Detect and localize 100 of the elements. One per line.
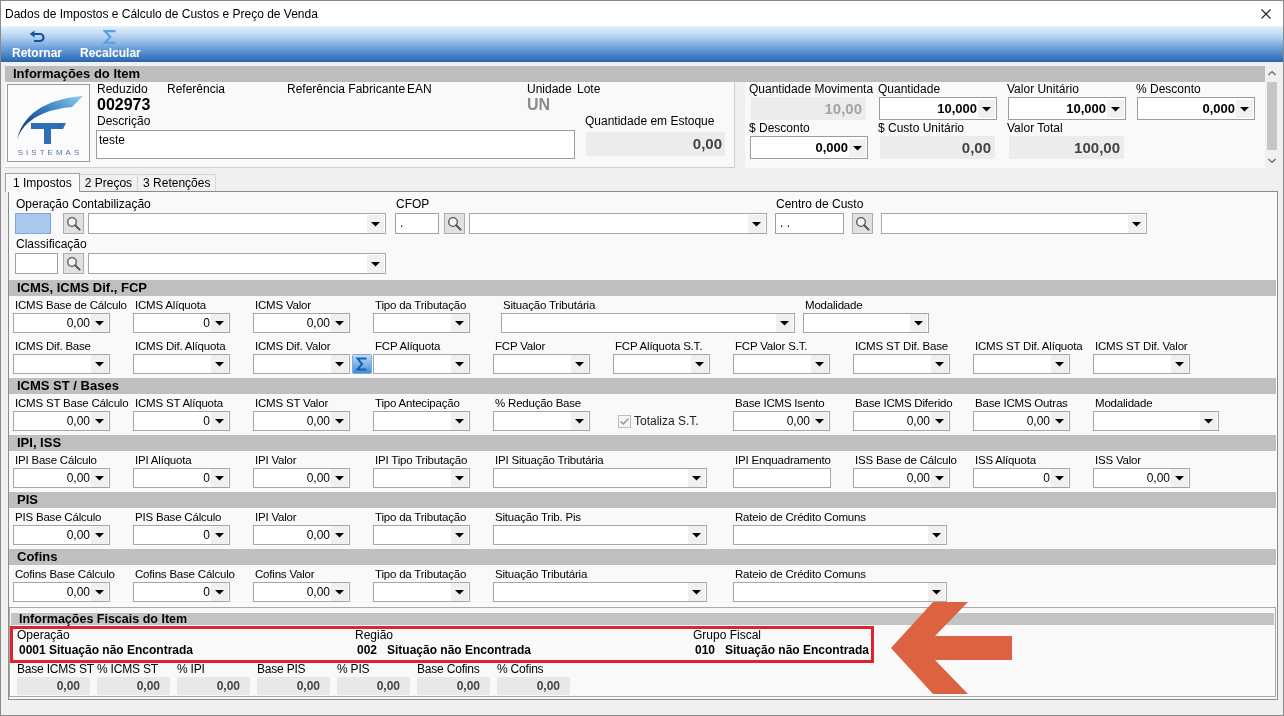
code-field[interactable]	[15, 213, 51, 234]
search-button[interactable]	[852, 213, 873, 234]
dropdown-field[interactable]	[493, 354, 590, 374]
caret-icon	[91, 469, 108, 487]
code-field[interactable]: .	[395, 213, 439, 234]
dropdown-field[interactable]: 0	[133, 582, 230, 602]
dropdown-field[interactable]	[733, 525, 947, 545]
field-label: Rateio de Crédito Comuns	[734, 567, 866, 582]
dropdown-field[interactable]	[373, 354, 470, 374]
caret-icon	[91, 355, 108, 373]
dropdown-field[interactable]	[373, 468, 470, 488]
caret-icon	[571, 412, 588, 430]
dropdown-field[interactable]	[803, 313, 929, 333]
field-label: ICMS ST Dif. Alíquota	[974, 339, 1083, 354]
field-label: % ICMS ST	[97, 662, 159, 676]
dropdown-field[interactable]: 0	[133, 313, 230, 333]
field-label: Tipo da Tributação	[374, 510, 467, 525]
dropdown-field[interactable]	[493, 411, 590, 431]
dropdown-field[interactable]: 10,000	[879, 97, 997, 120]
dropdown-field[interactable]: 0	[973, 468, 1070, 488]
dropdown-field[interactable]	[501, 313, 795, 333]
dropdown-field[interactable]: 0,00	[253, 525, 350, 545]
fiscal-code: 010	[694, 642, 717, 658]
caret-icon	[688, 583, 705, 601]
caret-icon	[910, 314, 927, 332]
sigma-icon	[103, 30, 118, 44]
dropdown-field[interactable]	[1093, 411, 1219, 431]
dropdown-field[interactable]: 0,00	[13, 411, 110, 431]
code-field[interactable]: . .	[775, 213, 844, 234]
dropdown-field[interactable]	[373, 525, 470, 545]
tab[interactable]: 3 Retenções	[137, 174, 217, 191]
dropdown-field[interactable]: 0,000	[750, 136, 868, 159]
dropdown-field[interactable]	[881, 213, 1147, 234]
dropdown-field[interactable]: 0,00	[853, 468, 950, 488]
field-label: Quantidade Movimenta	[749, 82, 874, 96]
caret-icon	[91, 583, 108, 601]
field-label: Cofins Valor	[254, 567, 315, 582]
field-label: ISS Base de Cálculo	[854, 453, 957, 468]
dropdown-field[interactable]	[1093, 354, 1190, 374]
dropdown-field[interactable]	[493, 468, 707, 488]
dropdown-field[interactable]	[133, 354, 230, 374]
dropdown-field[interactable]: 0,00	[733, 411, 830, 431]
search-button[interactable]	[63, 213, 84, 234]
dropdown-field[interactable]: 0,00	[13, 525, 110, 545]
dropdown-field[interactable]: 0	[133, 468, 230, 488]
caret-icon	[1171, 355, 1188, 373]
search-button[interactable]	[444, 213, 465, 234]
code-field[interactable]	[15, 253, 58, 274]
caret-icon	[331, 583, 348, 601]
search-button[interactable]	[63, 253, 84, 274]
dropdown-field[interactable]: 0,00	[253, 313, 350, 333]
dropdown-field[interactable]	[373, 313, 470, 333]
dropdown-field[interactable]: 0,00	[1093, 468, 1190, 488]
caret-icon	[91, 314, 108, 332]
dropdown-field[interactable]	[469, 213, 767, 234]
field-label: ICMS ST Dif. Base	[854, 339, 948, 354]
dropdown-field[interactable]: 0	[133, 525, 230, 545]
fiscal-status: Situação não Encontrada	[725, 642, 870, 658]
dropdown-field[interactable]: 0,00	[253, 468, 350, 488]
tab[interactable]: 1 Impostos	[5, 173, 80, 192]
dropdown-field[interactable]	[853, 354, 950, 374]
dropdown-field[interactable]: 0,00	[853, 411, 950, 431]
field-value: 002973	[96, 96, 151, 114]
field-label: IPI Valor	[254, 510, 297, 525]
dropdown-field[interactable]: 0,00	[13, 582, 110, 602]
caret-icon	[331, 314, 348, 332]
dropdown-field[interactable]	[88, 253, 386, 274]
readonly-field: 0,00	[177, 677, 250, 695]
calculate-button[interactable]	[352, 354, 372, 374]
dropdown-field[interactable]	[13, 354, 110, 374]
field-label: % Desconto	[1136, 82, 1201, 96]
dropdown-field[interactable]: 0,00	[973, 411, 1070, 431]
dropdown-field[interactable]	[493, 525, 707, 545]
dropdown-field[interactable]	[253, 354, 350, 374]
logo-wordmark: SISTEMAS	[16, 148, 83, 158]
dropdown-field[interactable]: 0,00	[13, 313, 110, 333]
readonly-field: 0,00	[257, 677, 330, 695]
tab[interactable]: 2 Preços	[78, 174, 139, 191]
close-icon[interactable]	[1261, 8, 1271, 19]
dropdown-field[interactable]	[373, 582, 470, 602]
dropdown-field[interactable]: 0,000	[1137, 97, 1255, 120]
caret-icon	[776, 314, 793, 332]
dropdown-field[interactable]: 0	[133, 411, 230, 431]
dropdown-field[interactable]	[733, 354, 830, 374]
description-field[interactable]: teste	[96, 130, 575, 159]
dropdown-field[interactable]: 0,00	[253, 582, 350, 602]
dropdown-field[interactable]: 0,00	[253, 411, 350, 431]
recalculate-button[interactable]: Recalcular	[78, 26, 143, 62]
dropdown-field[interactable]	[493, 582, 707, 602]
field-label: Operação	[17, 628, 70, 642]
dropdown-field[interactable]	[613, 354, 710, 374]
dropdown-field[interactable]	[973, 354, 1070, 374]
dropdown-field[interactable]	[733, 582, 947, 602]
scrollbar-thumb[interactable]	[1267, 82, 1277, 150]
input-field[interactable]	[733, 468, 831, 488]
dropdown-field[interactable]: 0,00	[13, 468, 110, 488]
dropdown-field[interactable]	[88, 213, 386, 234]
dropdown-field[interactable]	[373, 411, 470, 431]
dropdown-field[interactable]: 10,000	[1008, 97, 1126, 120]
field-label: EAN	[406, 82, 432, 96]
